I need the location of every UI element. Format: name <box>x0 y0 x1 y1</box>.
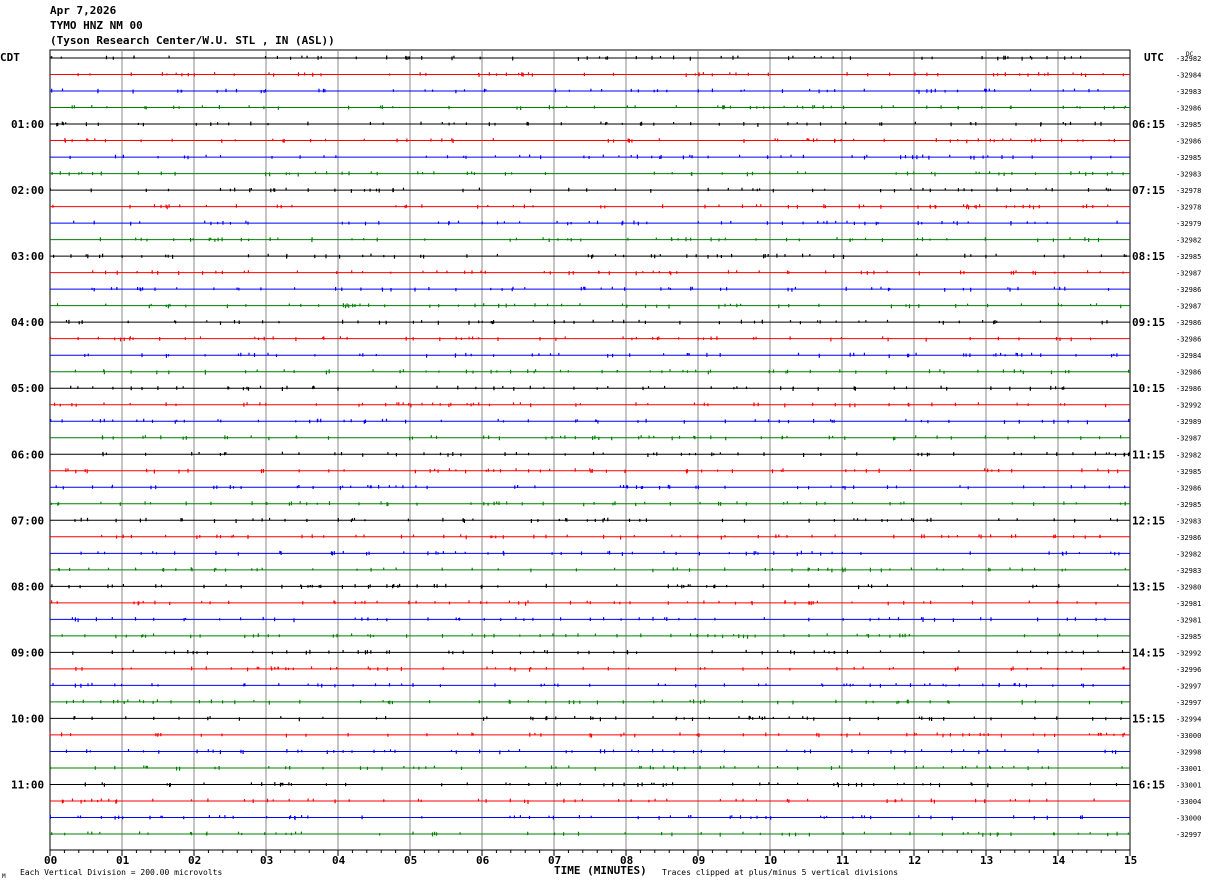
x-tick-label: 12 <box>908 854 921 867</box>
dc-offset-label: -32985 <box>1176 121 1201 129</box>
dc-offset-label: -32985 <box>1176 253 1201 261</box>
dc-offset-label: -33001 <box>1176 765 1201 773</box>
cdt-title: CDT <box>0 51 20 64</box>
cdt-hour-label: 02:00 <box>11 184 44 197</box>
dc-offset-label: -32994 <box>1176 715 1201 723</box>
dc-offset-label: -32997 <box>1176 682 1201 690</box>
utc-hour-label: 13:15 <box>1132 580 1165 593</box>
x-tick-label: 10 <box>764 854 777 867</box>
dc-offset-label: -32986 <box>1176 534 1201 542</box>
dc-offset-label: -32984 <box>1176 352 1201 360</box>
x-tick-label: 07 <box>548 854 561 867</box>
dc-offset-label: -32982 <box>1176 237 1201 245</box>
x-tick-label: 03 <box>260 854 273 867</box>
dc-offset-label: -32986 <box>1176 385 1201 393</box>
dc-offset-label: -32987 <box>1176 435 1201 443</box>
cdt-hour-label: 08:00 <box>11 580 44 593</box>
utc-hour-label: 12:15 <box>1132 514 1165 527</box>
dc-offset-label: -33001 <box>1176 781 1201 789</box>
dc-offset-label: -32985 <box>1176 468 1201 476</box>
dc-offset-label: -32986 <box>1176 369 1201 377</box>
dc-offset-label: -32986 <box>1176 336 1201 344</box>
dc-offset-label: -32986 <box>1176 105 1201 113</box>
dc-offset-label: -32986 <box>1176 484 1201 492</box>
cdt-hour-label: 11:00 <box>11 778 44 791</box>
clip-note: Traces clipped at plus/minus 5 vertical … <box>662 868 898 877</box>
dc-offset-label: -32986 <box>1176 138 1201 146</box>
dc-offset-label: -32983 <box>1176 517 1201 525</box>
dc-offset-label: -32982 <box>1176 55 1201 63</box>
x-tick-label: 14 <box>1052 854 1066 867</box>
utc-hour-label: 08:15 <box>1132 250 1165 263</box>
dc-offset-label: -32983 <box>1176 88 1201 96</box>
dc-offset-label: -32985 <box>1176 154 1201 162</box>
dc-offset-label: -32992 <box>1176 649 1201 657</box>
x-tick-label: 01 <box>116 854 130 867</box>
x-tick-label: 00 <box>44 854 57 867</box>
utc-hour-label: 14:15 <box>1132 646 1165 659</box>
dc-offset-label: -32978 <box>1176 204 1201 212</box>
cdt-hour-label: 07:00 <box>11 514 44 527</box>
dc-offset-label: -32979 <box>1176 220 1201 228</box>
dc-offset-label: -32983 <box>1176 171 1201 179</box>
dc-offset-label: -32997 <box>1176 699 1201 707</box>
dc-offset-label: -32997 <box>1176 831 1201 839</box>
utc-title: UTC <box>1144 51 1164 64</box>
dc-offset-label: -32996 <box>1176 666 1201 674</box>
dc-offset-label: -33000 <box>1176 732 1201 740</box>
x-tick-label: 05 <box>404 854 417 867</box>
dc-offset-label: -32985 <box>1176 633 1201 641</box>
x-tick-label: 02 <box>188 854 201 867</box>
dc-offset-label: -32982 <box>1176 550 1201 558</box>
seismogram-plot: CDT UTC DC Each Vertical Division = 200.… <box>0 49 1201 880</box>
utc-hour-label: 07:15 <box>1132 184 1165 197</box>
helicorder: Apr 7,2026 TYMO HNZ NM 00 (Tyson Researc… <box>0 0 1210 886</box>
dc-offset-label: -32984 <box>1176 72 1201 80</box>
plot-frame <box>49 49 1131 851</box>
cdt-hour-label: 06:00 <box>11 448 44 461</box>
dc-offset-label: -32982 <box>1176 451 1201 459</box>
corner-mark: M <box>2 873 6 880</box>
dc-offset-label: -32987 <box>1176 270 1201 278</box>
scale-note: Each Vertical Division = 200.00 microvol… <box>20 868 222 877</box>
dc-offset-label: -32987 <box>1176 303 1201 311</box>
dc-offset-label: -32983 <box>1176 567 1201 575</box>
utc-hour-label: 16:15 <box>1132 778 1165 791</box>
dc-offset-label: -32992 <box>1176 402 1201 410</box>
cdt-hour-label: 09:00 <box>11 646 44 659</box>
dc-offset-label: -32989 <box>1176 418 1201 426</box>
dc-offset-label: -32998 <box>1176 748 1201 756</box>
utc-hour-label: 10:15 <box>1132 382 1165 395</box>
utc-hour-label: 15:15 <box>1132 712 1165 725</box>
x-tick-label: 08 <box>620 854 633 867</box>
dc-offset-label: -32980 <box>1176 583 1201 591</box>
x-tick-label: 11 <box>836 854 850 867</box>
dc-offset-label: -32981 <box>1176 600 1201 608</box>
dc-offset-label: -32986 <box>1176 319 1201 327</box>
cdt-hour-label: 05:00 <box>11 382 44 395</box>
utc-hour-label: 06:15 <box>1132 118 1165 131</box>
cdt-hour-label: 01:00 <box>11 118 44 131</box>
dc-offset-label: -32985 <box>1176 501 1201 509</box>
cdt-hour-label: 04:00 <box>11 316 44 329</box>
utc-hour-label: 11:15 <box>1132 448 1165 461</box>
x-tick-label: 13 <box>980 854 993 867</box>
dc-offset-label: -33000 <box>1176 814 1201 822</box>
x-tick-label: 09 <box>692 854 705 867</box>
dc-offset-label: -32978 <box>1176 187 1201 195</box>
cdt-hour-label: 10:00 <box>11 712 44 725</box>
dc-offset-label: -33004 <box>1176 798 1201 806</box>
cdt-hour-label: 03:00 <box>11 250 44 263</box>
dc-offset-label: -32981 <box>1176 616 1201 624</box>
x-tick-label: 06 <box>476 854 490 867</box>
x-tick-label: 15 <box>1124 854 1137 867</box>
utc-hour-label: 09:15 <box>1132 316 1165 329</box>
x-tick-label: 04 <box>332 854 346 867</box>
dc-offset-label: -32986 <box>1176 286 1201 294</box>
